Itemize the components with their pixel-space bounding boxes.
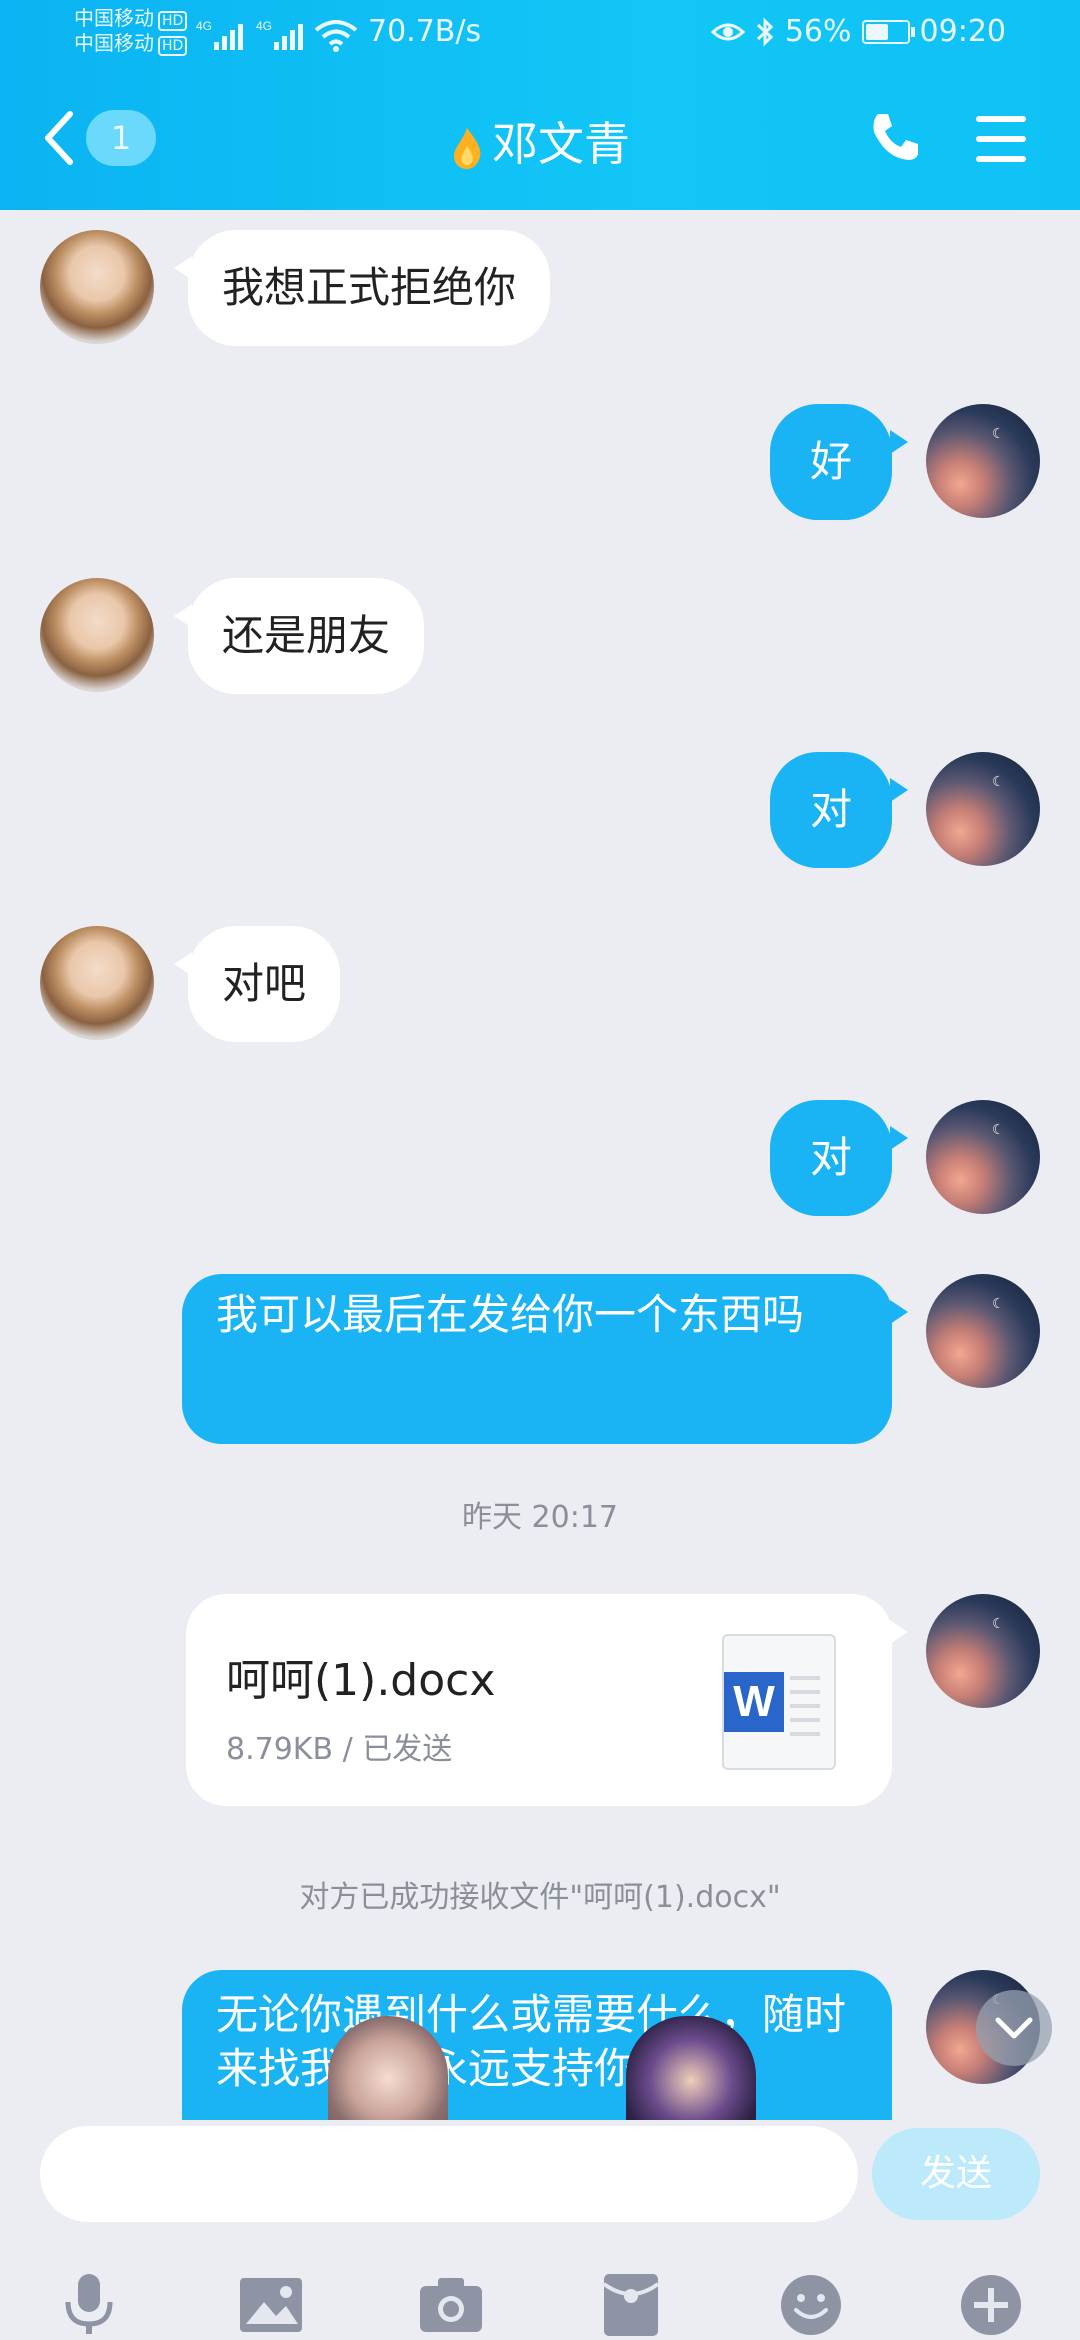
message-timestamp: 昨天 20:17 [462,1500,618,1535]
signal-icon: 4G [256,19,303,50]
my-avatar[interactable] [926,1594,1040,1708]
toolbar [0,2270,1080,2340]
contact-name: 邓文青 [492,117,630,171]
file-name: 呵呵(1).docx [226,1655,496,1706]
file-message-card[interactable]: 呵呵(1).docx 8.79KB / 已发送 W [186,1594,908,1806]
svg-text:4G: 4G [196,19,212,33]
svg-text:4G: 4G [256,19,272,33]
flame-icon [454,127,481,169]
image-icon[interactable] [236,2270,306,2340]
message-bubble-outgoing[interactable]: 对 [770,1100,908,1216]
battery-fill [865,23,888,40]
plus-icon[interactable] [956,2270,1026,2340]
mic-icon[interactable] [54,2270,124,2340]
message-bubble-outgoing[interactable]: 好 [770,404,908,520]
contact-avatar[interactable] [40,230,154,344]
contact-avatar[interactable] [40,926,154,1040]
send-button[interactable]: 发送 [872,2128,1040,2220]
phone-icon[interactable] [868,110,922,164]
carrier-2: 中国移动 [74,31,154,55]
carrier-info: 中国移动 HD 中国移动 HD [74,6,188,56]
status-bar: 中国移动 HD 中国移动 HD 4G 4G 70.7B/s 56% 09:20 [0,0,1080,66]
red-packet-icon[interactable] [596,2270,666,2340]
carrier-1: 中国移动 [74,6,154,30]
word-doc-icon: W [722,1634,836,1770]
signal-icon: 4G [196,19,243,50]
message-bubble-incoming[interactable]: 还是朋友 [173,578,425,694]
file-received-notice: 对方已成功接收文件"呵呵(1).docx" [299,1880,781,1915]
emoji-icon[interactable] [776,2270,846,2340]
last-message-row: 无论你遇到什么或需要什么，随时来找我，我永远支持你 [0,1970,1080,2120]
clock: 09:20 [919,14,1006,49]
file-meta: 8.79KB / 已发送 [226,1732,453,1767]
status-right: 56% 09:20 [710,14,1006,49]
my-avatar[interactable] [926,1100,1040,1214]
hd-badge: HD [158,36,188,56]
mascot-boy [626,2016,756,2120]
scroll-to-bottom-button[interactable] [976,1990,1052,2066]
input-bar: 发送 [0,2120,1080,2340]
message-bubble-incoming[interactable]: 我想正式拒绝你 [173,230,551,346]
message-input[interactable] [40,2126,858,2222]
eye-icon [710,23,745,40]
my-avatar[interactable] [926,752,1040,866]
my-avatar[interactable] [926,404,1040,518]
camera-icon[interactable] [416,2270,486,2340]
wifi-icon [314,20,358,52]
bluetooth-icon [756,16,774,47]
chat-area[interactable]: 我想正式拒绝你 好 还是朋友 对 对吧 对 我可以最后在发给你一个东西吗 昨天 … [0,210,1080,2120]
net-speed: 70.7B/s [368,14,482,49]
menu-icon[interactable] [976,116,1026,176]
message-bubble-outgoing[interactable]: 对 [770,752,908,868]
hd-badge: HD [158,11,188,31]
chevron-down-icon [995,2017,1033,2039]
message-bubble-outgoing[interactable]: 无论你遇到什么或需要什么，随时来找我，我永远支持你 [182,1970,892,2120]
battery-percent: 56% [784,14,852,49]
my-avatar[interactable] [926,1274,1040,1388]
message-bubble-incoming[interactable]: 对吧 [173,926,341,1042]
contact-avatar[interactable] [40,578,154,692]
message-bubble-outgoing[interactable]: 我可以最后在发给你一个东西吗 [182,1274,908,1444]
top-bar: 中国移动 HD 中国移动 HD 4G 4G 70.7B/s 56% 09:20 … [0,0,1080,210]
battery-icon [861,19,915,44]
